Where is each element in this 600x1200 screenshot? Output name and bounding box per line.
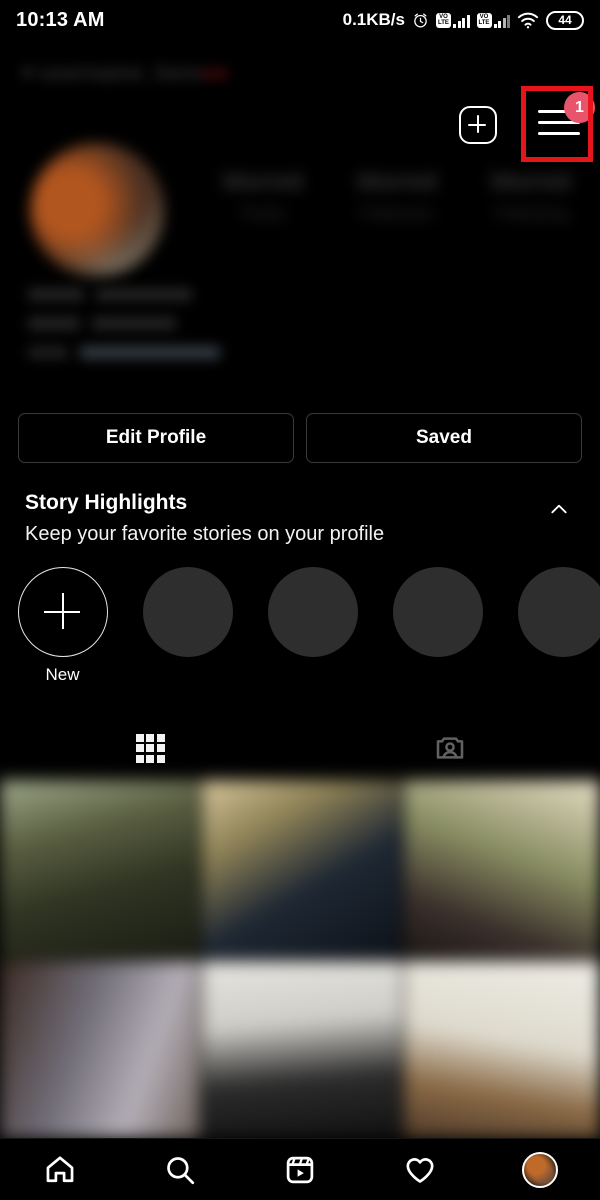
bottom-navigation-bar	[0, 1138, 600, 1200]
post-thumbnail[interactable]	[0, 780, 200, 959]
plus-icon	[18, 567, 108, 657]
reels-icon	[286, 1156, 314, 1183]
posts-count: blurred	[223, 168, 303, 194]
following-count: blurred	[491, 168, 571, 194]
signal-bars-icon	[453, 13, 470, 28]
volte-icon-2: VO LTE	[476, 12, 492, 28]
followers-label: Followers	[360, 204, 434, 223]
post-grid[interactable]	[0, 780, 600, 1138]
menu-notification-badge: 1	[564, 92, 595, 123]
posts-label: Posts	[241, 204, 285, 223]
tagged-person-icon	[436, 737, 464, 759]
sim2-volte-signal: VO LTE	[476, 12, 510, 28]
profile-action-buttons: Edit Profile Saved	[18, 413, 582, 463]
story-highlights-header: Story Highlights Keep your favorite stor…	[25, 491, 581, 546]
wifi-icon	[517, 12, 539, 28]
tab-grid[interactable]	[0, 718, 300, 778]
edit-profile-button[interactable]: Edit Profile	[18, 413, 294, 463]
profile-avatar[interactable]	[30, 143, 164, 277]
story-highlights-title: Story Highlights	[25, 491, 188, 514]
heart-icon	[406, 1157, 434, 1183]
highlight-new[interactable]: New	[0, 567, 125, 687]
story-highlights-subtitle: Keep your favorite stories on your profi…	[25, 523, 385, 545]
nav-profile-button[interactable]	[480, 1151, 600, 1188]
post-thumbnail[interactable]	[202, 961, 402, 1138]
new-post-button[interactable]	[459, 106, 497, 144]
profile-username[interactable]: ▾ username_here●●	[22, 60, 228, 86]
volte-bottom-label: LTE	[438, 20, 449, 26]
stat-posts[interactable]: blurred Posts	[196, 168, 330, 224]
post-thumbnail[interactable]	[202, 780, 402, 959]
status-bar: 10:13 AM 0.1KB/s VO LTE VO LTE 44	[0, 0, 600, 40]
story-highlights-row[interactable]: New	[0, 567, 600, 687]
followers-count: blurred	[357, 168, 437, 194]
nav-search-button[interactable]	[120, 1153, 240, 1187]
highlight-placeholder[interactable]	[125, 567, 250, 687]
highlight-placeholder[interactable]	[500, 567, 600, 687]
highlight-placeholder[interactable]	[375, 567, 500, 687]
stat-followers[interactable]: blurred Followers	[330, 168, 464, 224]
status-bar-indicators: 0.1KB/s VO LTE VO LTE 44	[343, 10, 584, 30]
post-thumbnail[interactable]	[404, 961, 600, 1138]
app-bar: ▾ username_here●● 1	[0, 46, 600, 162]
profile-stats: blurred Posts blurred Followers blurred …	[196, 168, 600, 224]
status-bar-time: 10:13 AM	[16, 8, 105, 31]
post-thumbnail[interactable]	[404, 780, 600, 959]
profile-bio	[28, 288, 220, 375]
tab-tagged[interactable]	[300, 718, 600, 778]
highlight-new-label: New	[45, 665, 80, 684]
highlight-placeholder[interactable]	[250, 567, 375, 687]
chevron-up-icon[interactable]	[549, 499, 569, 519]
battery-indicator: 44	[546, 10, 584, 30]
post-thumbnail[interactable]	[0, 961, 200, 1138]
volte-bottom-label-2: LTE	[478, 20, 490, 26]
following-label: Following	[495, 204, 567, 223]
saved-button[interactable]: Saved	[306, 413, 582, 463]
search-icon	[167, 1156, 195, 1184]
profile-content-tabs	[0, 718, 600, 778]
alarm-clock-icon	[414, 12, 427, 28]
instagram-profile-screen: 10:13 AM 0.1KB/s VO LTE VO LTE 44 ▾ user…	[0, 0, 600, 1200]
home-icon	[46, 1155, 74, 1182]
sim1-volte-signal: VO LTE	[436, 12, 470, 28]
stat-following[interactable]: blurred Following	[464, 168, 598, 224]
nav-reels-button[interactable]	[240, 1153, 360, 1187]
signal-bars-icon-2	[493, 13, 510, 28]
network-speed-text: 0.1KB/s	[342, 10, 405, 29]
grid-icon	[135, 733, 165, 763]
nav-activity-button[interactable]	[360, 1153, 480, 1187]
profile-avatar-icon	[522, 1151, 558, 1188]
volte-icon: VO LTE	[436, 12, 451, 28]
nav-home-button[interactable]	[0, 1153, 120, 1187]
